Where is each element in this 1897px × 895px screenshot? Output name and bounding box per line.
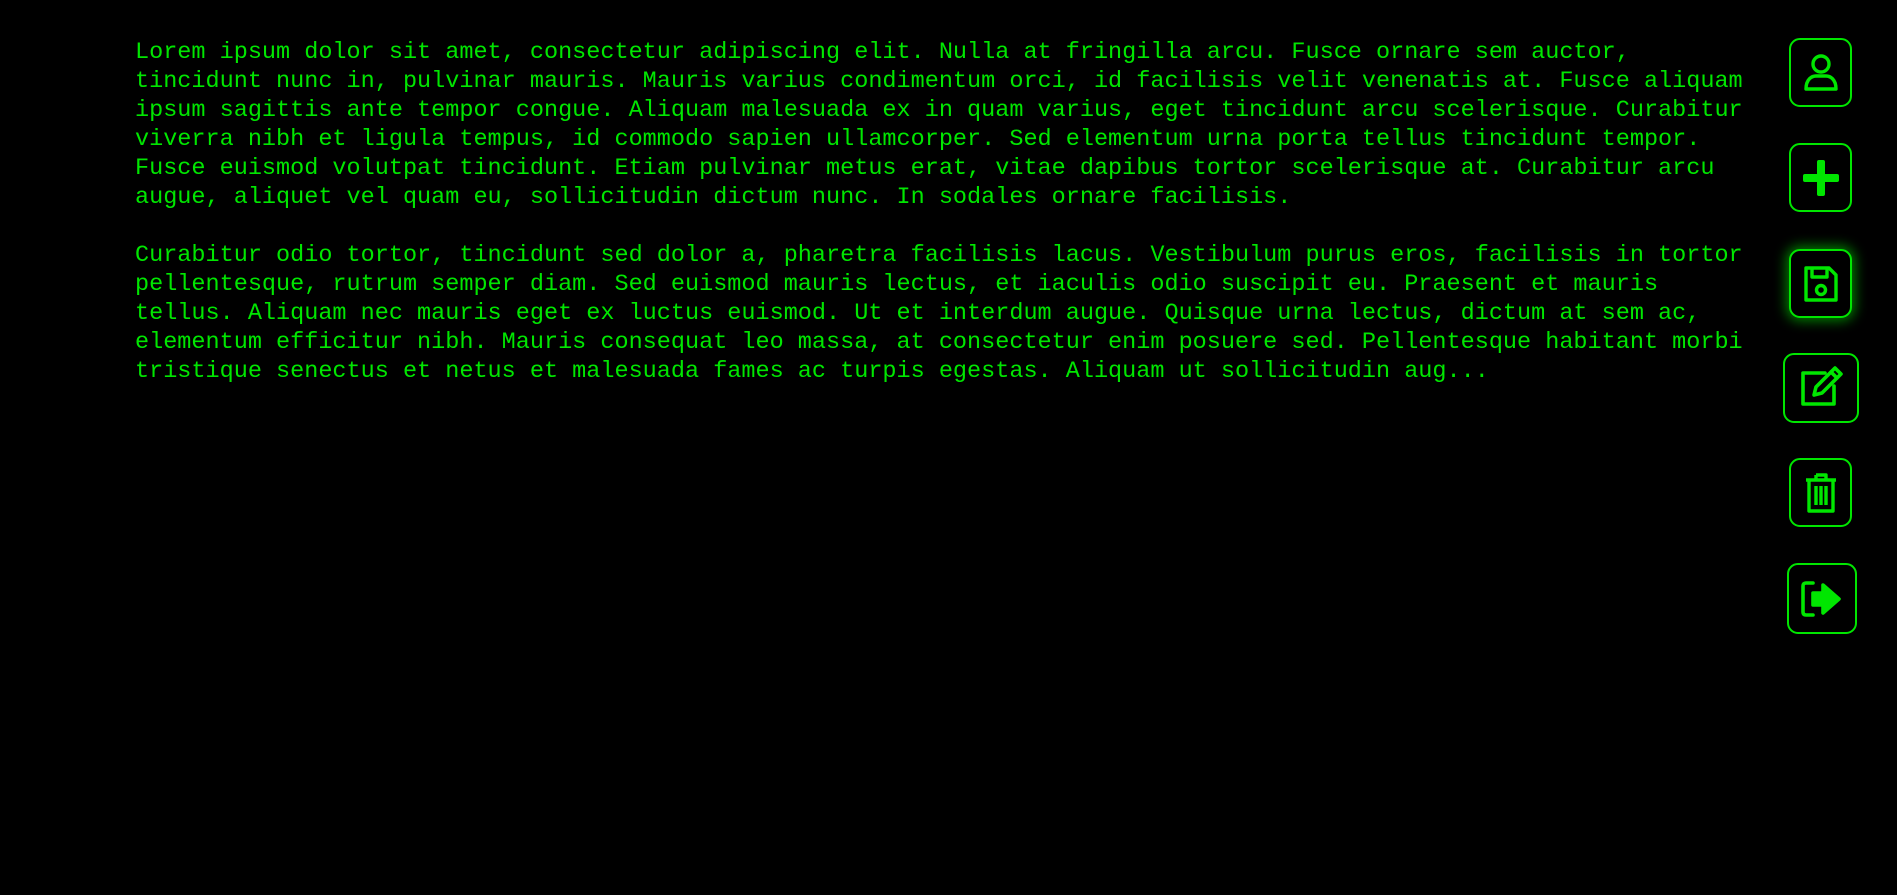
sign-out-icon (1801, 580, 1843, 618)
edit-button[interactable] (1783, 353, 1859, 423)
user-button[interactable] (1789, 38, 1852, 107)
save-icon (1803, 264, 1839, 304)
document-text-area[interactable]: Lorem ipsum dolor sit amet, consectetur … (135, 38, 1755, 415)
side-toolbar (1783, 0, 1859, 895)
paragraph-1: Lorem ipsum dolor sit amet, consectetur … (135, 39, 1743, 211)
delete-button[interactable] (1789, 458, 1852, 527)
user-icon (1803, 53, 1839, 93)
plus-icon (1802, 159, 1840, 197)
save-button[interactable] (1789, 249, 1852, 318)
paragraph-2: Curabitur odio tortor, tincidunt sed dol… (135, 242, 1743, 385)
logout-button[interactable] (1787, 563, 1857, 634)
trash-icon (1804, 472, 1838, 514)
edit-icon (1797, 366, 1845, 410)
add-button[interactable] (1789, 143, 1852, 212)
